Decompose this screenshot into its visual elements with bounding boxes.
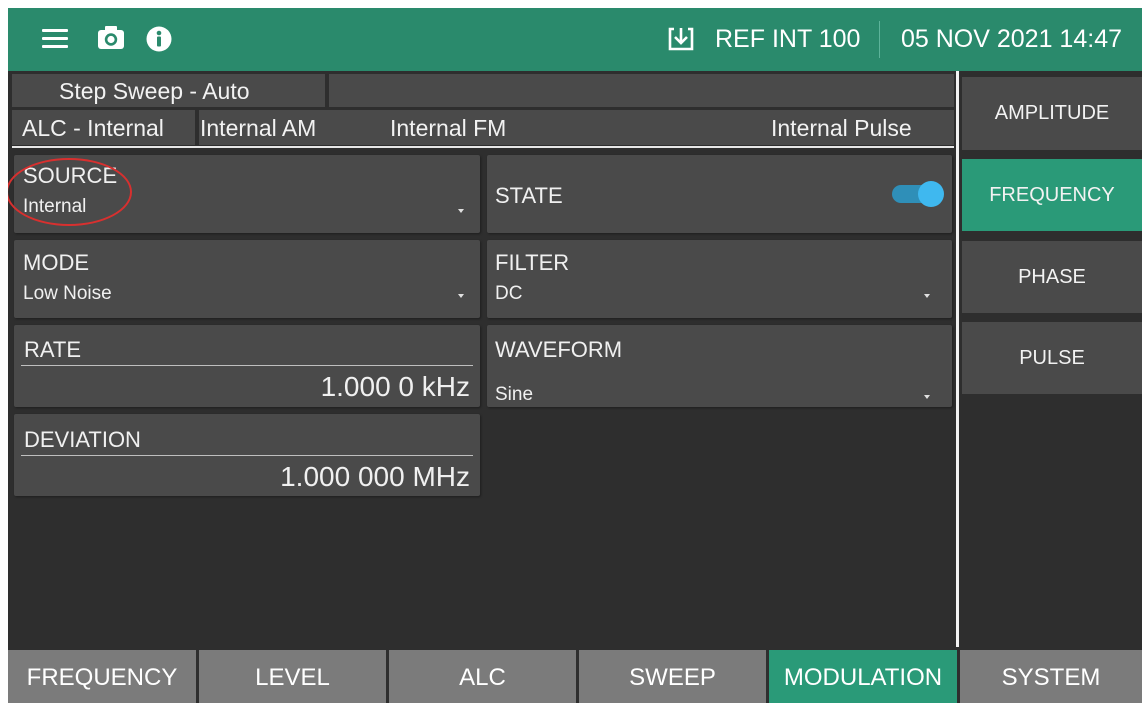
- modulation-status: Internal AM Internal FM Internal Pulse: [199, 110, 954, 145]
- side-button-amplitude[interactable]: AMPLITUDE: [962, 77, 1142, 150]
- annotation-circle: [8, 158, 132, 226]
- alc-status: ALC - Internal: [12, 110, 195, 145]
- side-menu-divider: [956, 71, 959, 647]
- tab-system[interactable]: SYSTEM: [960, 650, 1142, 703]
- header-divider: [879, 21, 880, 58]
- deviation-value[interactable]: 1.000 000 MHz: [280, 460, 470, 494]
- side-button-label: FREQUENCY: [989, 184, 1115, 206]
- chevron-down-icon: [924, 395, 930, 399]
- sweep-status-extension: [329, 74, 954, 107]
- deviation-label: DEVIATION: [24, 427, 141, 452]
- tab-label: SYSTEM: [1001, 664, 1101, 691]
- rate-underline: [21, 365, 473, 366]
- fm-status: Internal FM: [390, 115, 507, 141]
- mode-value: Low Noise: [23, 283, 112, 304]
- side-button-pulse[interactable]: PULSE: [962, 322, 1142, 394]
- reference-download-icon[interactable]: [666, 25, 696, 53]
- state-panel: STATE: [487, 155, 952, 233]
- mode-panel[interactable]: MODE Low Noise: [14, 240, 480, 318]
- sweep-status: Step Sweep - Auto: [12, 74, 325, 107]
- reference-status[interactable]: REF INT 100: [715, 24, 860, 54]
- chevron-down-icon: [924, 294, 930, 298]
- filter-value: DC: [495, 283, 523, 304]
- chevron-down-icon: [458, 209, 464, 213]
- filter-label: FILTER: [495, 250, 570, 275]
- tab-label: ALC: [459, 664, 506, 691]
- instrument-screen: REF INT 100 05 NOV 2021 14:47 Step Sweep…: [8, 8, 1142, 703]
- deviation-panel[interactable]: DEVIATION 1.000 000 MHz: [14, 414, 480, 496]
- side-button-label: PHASE: [1018, 266, 1086, 288]
- state-toggle[interactable]: [892, 181, 944, 207]
- side-button-frequency[interactable]: FREQUENCY: [962, 159, 1142, 231]
- pulse-status: Internal Pulse: [771, 115, 912, 141]
- tab-label: SWEEP: [629, 664, 716, 691]
- tab-frequency[interactable]: FREQUENCY: [8, 650, 196, 703]
- menu-icon[interactable]: [42, 29, 68, 49]
- tab-alc[interactable]: ALC: [389, 650, 576, 703]
- filter-panel[interactable]: FILTER DC: [487, 240, 952, 318]
- tab-label: MODULATION: [783, 664, 943, 691]
- tab-label: LEVEL: [255, 664, 330, 691]
- waveform-label: WAVEFORM: [495, 337, 623, 362]
- sweep-status-text: Step Sweep - Auto: [59, 78, 250, 104]
- top-bar: REF INT 100 05 NOV 2021 14:47: [8, 8, 1142, 71]
- rate-panel[interactable]: RATE 1.000 0 kHz: [14, 325, 480, 407]
- side-button-label: PULSE: [1019, 347, 1085, 369]
- alc-status-text: ALC - Internal: [22, 115, 164, 141]
- rate-value[interactable]: 1.000 0 kHz: [321, 370, 470, 404]
- side-button-label: AMPLITUDE: [994, 102, 1110, 124]
- deviation-underline: [21, 455, 473, 456]
- toggle-knob: [918, 181, 944, 207]
- info-icon[interactable]: [145, 25, 173, 53]
- waveform-panel[interactable]: WAVEFORM Sine: [487, 325, 952, 407]
- camera-icon[interactable]: [96, 24, 126, 52]
- tab-sweep[interactable]: SWEEP: [579, 650, 766, 703]
- mode-label: MODE: [23, 250, 89, 275]
- am-status: Internal AM: [200, 115, 317, 141]
- waveform-value: Sine: [495, 384, 534, 405]
- state-label: STATE: [495, 183, 563, 208]
- date-time: 05 NOV 2021 14:47: [901, 25, 1122, 53]
- side-button-phase[interactable]: PHASE: [962, 241, 1142, 313]
- rate-label: RATE: [24, 337, 82, 362]
- status-divider: [12, 146, 954, 148]
- tab-label: FREQUENCY: [26, 664, 178, 691]
- tab-modulation[interactable]: MODULATION: [769, 650, 957, 703]
- chevron-down-icon: [458, 294, 464, 298]
- tab-level[interactable]: LEVEL: [199, 650, 386, 703]
